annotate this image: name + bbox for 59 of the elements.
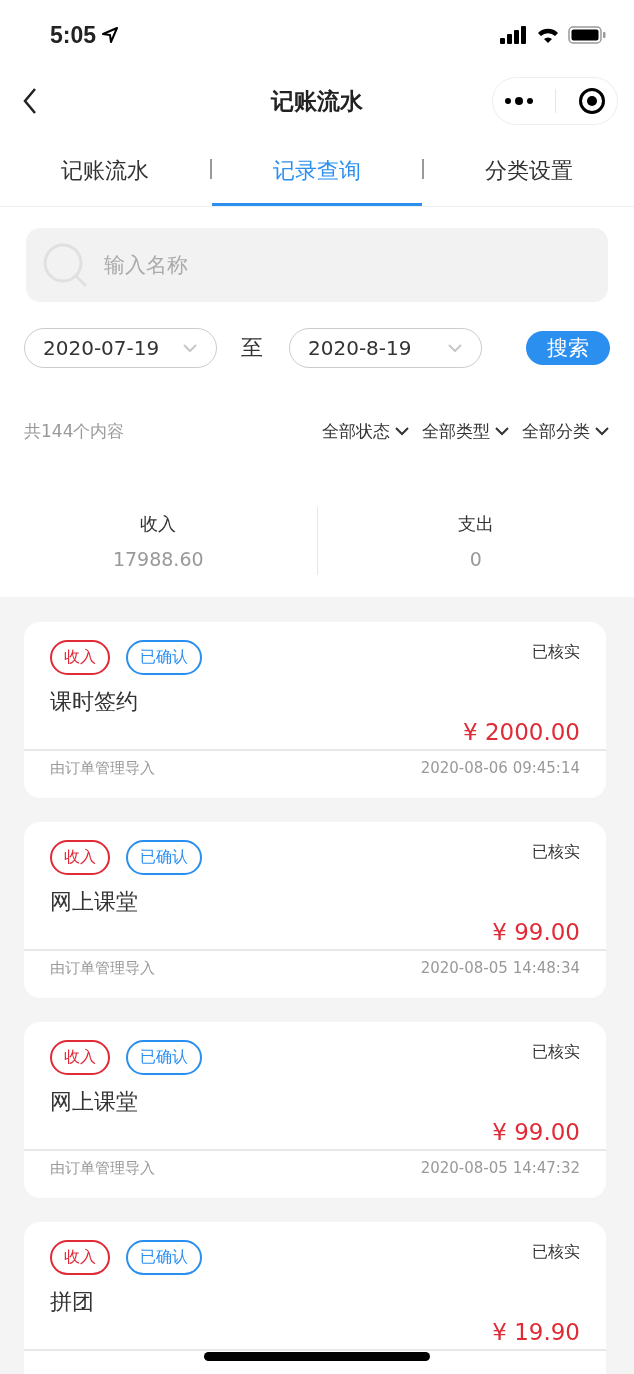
record-time: 2020-08-06 09:45:14 [420, 759, 580, 778]
record-title: 网上课堂 [50, 888, 139, 916]
verify-status: 已核实 [532, 1041, 580, 1063]
type-tag: 收入 [50, 1240, 110, 1275]
more-icon [503, 96, 534, 106]
record-card[interactable]: 收入 已确认 已核实 网上课堂 ¥ 99.00 由订单管理导入 2020-08-05 14:48:34 [24, 822, 606, 998]
location-arrow-icon [102, 27, 119, 43]
chevron-down-icon [494, 425, 510, 437]
record-card[interactable]: 收入 已确认 已核实 拼团 ¥ 19.90 [24, 1222, 606, 1374]
record-title: 网上课堂 [50, 1088, 139, 1116]
summary-value: 0 [469, 548, 482, 570]
record-card[interactable]: 收入 已确认 已核实 课时签约 ¥ 2000.00 由订单管理导入 2020-08-06 09:45:14 [24, 622, 606, 798]
tab[interactable]: 记账流水 [0, 132, 210, 206]
summary-label: 支出 [457, 512, 494, 536]
chevron-down-icon [594, 425, 610, 437]
record-amount: ¥ 19.90 [492, 1319, 580, 1345]
signal-icon [500, 26, 528, 44]
close-button[interactable] [578, 87, 607, 115]
verify-status: 已核实 [532, 641, 580, 663]
record-amount: ¥ 99.00 [492, 919, 580, 945]
summary-label: 收入 [140, 512, 177, 536]
type-tag: 收入 [50, 840, 110, 875]
filter-dropdown[interactable]: 全部类型 [422, 419, 510, 443]
clock-time: 5:05 [50, 21, 97, 49]
record-source: 由订单管理导入 [50, 959, 155, 978]
result-count: 共144个内容 [24, 419, 125, 443]
status-tag: 已确认 [126, 640, 202, 675]
search-field[interactable]: 输入名称 [26, 228, 608, 302]
page-title: 记账流水 [271, 86, 363, 116]
filter-dropdown[interactable]: 全部状态 [322, 419, 410, 443]
more-button[interactable] [503, 96, 534, 106]
record-amount: ¥ 2000.00 [462, 719, 580, 745]
type-tag: 收入 [50, 640, 110, 675]
type-tag: 收入 [50, 1040, 110, 1075]
filter-dropdown[interactable]: 全部分类 [522, 419, 610, 443]
chevron-down-icon [447, 342, 463, 354]
back-icon [22, 87, 38, 115]
status-tag: 已确认 [126, 1240, 202, 1275]
record-source: 由订单管理导入 [50, 759, 155, 778]
battery-icon [568, 26, 606, 44]
back-button[interactable] [22, 87, 38, 115]
record-source: 由订单管理导入 [50, 1159, 155, 1178]
chevron-down-icon [182, 342, 198, 354]
record-time: 2020-08-05 14:47:32 [420, 1159, 580, 1178]
status-tag: 已确认 [126, 1040, 202, 1075]
record-time: 2020-08-05 14:48:34 [420, 959, 580, 978]
target-icon [578, 87, 607, 115]
tab[interactable]: 分类设置 [424, 132, 634, 206]
record-title: 课时签约 [50, 688, 139, 716]
chevron-down-icon [394, 425, 410, 437]
range-separator: 至 [241, 334, 263, 362]
summary-value: 17988.60 [112, 548, 204, 570]
status-tag: 已确认 [126, 840, 202, 875]
wifi-icon [536, 26, 560, 44]
verify-status: 已核实 [532, 1241, 580, 1263]
record-card[interactable]: 收入 已确认 已核实 网上课堂 ¥ 99.00 由订单管理导入 2020-08-05 14:47:32 [24, 1022, 606, 1198]
verify-status: 已核实 [532, 841, 580, 863]
record-title: 拼团 [50, 1288, 95, 1316]
record-amount: ¥ 99.00 [492, 1119, 580, 1145]
